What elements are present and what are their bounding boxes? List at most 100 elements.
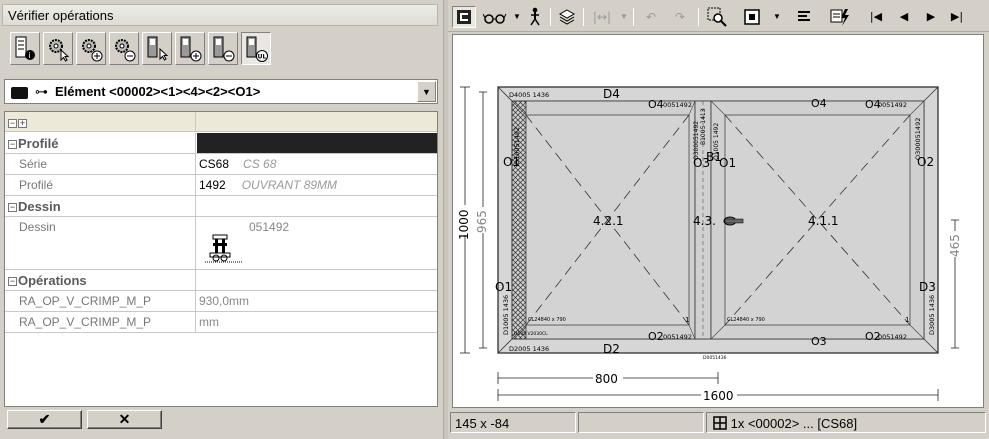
panel-title: Vérifier opérations <box>2 4 438 26</box>
glasses-icon <box>482 13 507 24</box>
operations-panel: Vérifier opérations i UL ⊶ Elément <0000… <box>0 0 443 439</box>
view-button[interactable] <box>481 6 509 28</box>
undo-button[interactable]: ↶ <box>641 6 661 28</box>
gear-cursor-tool-button[interactable] <box>43 32 73 65</box>
label-o1-bottom-left: O1 <box>495 280 512 294</box>
property-value: 1492 <box>199 178 226 192</box>
view-dropdown-icon[interactable]: ▼ <box>512 6 522 28</box>
zoom-region-button[interactable] <box>705 6 729 28</box>
layers-button[interactable] <box>556 6 578 28</box>
person-button[interactable] <box>525 6 545 28</box>
fit-width-button[interactable]: |↔| <box>591 6 613 28</box>
sash-label-right: 4.1.1 <box>808 214 839 228</box>
label-d2: D2 <box>603 342 620 356</box>
profile-label: 0051492 <box>878 333 907 341</box>
property-row-operation-1[interactable]: RA_OP_V_CRIMP_M_P 930,0mm <box>5 291 437 312</box>
profile-label: D2005 1436 <box>509 345 549 353</box>
profile-small-label: D105 V2030CL <box>514 331 548 337</box>
frame-toggle-icon <box>744 9 760 25</box>
person-icon <box>530 7 540 26</box>
property-row-drawing[interactable]: Dessin 051492 <box>5 217 437 270</box>
element-selector[interactable]: ⊶ Elément <00002><1><4><2><O1> ▼ <box>4 79 438 104</box>
next-icon: ▶ <box>926 10 936 23</box>
profile-ul-tool-button[interactable]: UL <box>241 32 271 65</box>
profile-label-vertical: D3005 1436 <box>928 295 936 335</box>
layers-icon <box>558 9 576 25</box>
lightning-button[interactable] <box>829 6 851 28</box>
frame-toggle-button[interactable] <box>741 6 763 28</box>
chevron-down-icon[interactable]: ▼ <box>417 81 436 102</box>
category-label: Opérations <box>18 273 87 288</box>
profile-cursor-tool-button[interactable] <box>142 32 172 65</box>
profile-add-tool-button[interactable] <box>175 32 205 65</box>
fit-width-icon: |↔| <box>592 10 612 24</box>
property-label: Profilé <box>5 175 196 195</box>
drawing-canvas[interactable]: D4005 1436 D4 O4 0051492 O4 O4 0051492 O… <box>452 34 984 408</box>
fit-dropdown-icon[interactable]: ▼ <box>619 6 629 28</box>
lightning-icon <box>830 9 849 26</box>
label-o2-bottom-left: O2 <box>648 330 664 343</box>
property-label: Série <box>5 154 196 174</box>
profile-label-vertical: O1005 1492 <box>713 123 720 160</box>
color-value-cell <box>197 133 437 153</box>
profile-label-vertical: B1005 1413 <box>700 108 707 145</box>
label-d3: D3 <box>919 280 936 294</box>
status-empty-pane <box>578 412 704 433</box>
dimension-right-height: 465 <box>948 234 962 257</box>
category-label: Profilé <box>18 136 59 151</box>
status-bar: 145 x -84 1x <00002> ... [CS68] <box>448 411 989 435</box>
last-button[interactable]: ▶| <box>948 6 966 28</box>
property-row-profile[interactable]: Profilé 1492 OUVRANT 89MM <box>5 175 437 196</box>
profile-remove-tool-icon <box>213 36 235 62</box>
first-button[interactable]: |◀ <box>867 6 885 28</box>
prev-button[interactable]: ◀ <box>896 6 912 28</box>
frame-button[interactable] <box>452 6 476 28</box>
frame-dropdown-icon[interactable]: ▼ <box>772 6 782 28</box>
cancel-button[interactable]: ✕ <box>87 410 162 429</box>
profile-label-vertical: D1005 1436 <box>502 295 510 335</box>
property-secondary: OUVRANT 89MM <box>241 178 338 192</box>
profile-add-tool-icon <box>180 36 202 62</box>
collapse-all-icon[interactable]: − <box>8 119 17 129</box>
cursor-coordinates: 145 x -84 <box>450 412 576 433</box>
label-o4-right: O4 <box>811 97 827 110</box>
collapse-icon[interactable]: − <box>8 203 17 213</box>
profile-label-vertical: O300051492 <box>693 121 700 160</box>
dimension-total-width: 1600 <box>703 389 734 403</box>
property-row-operation-2[interactable]: RA_OP_V_CRIMP_M_P mm <box>5 312 437 333</box>
profile-label: 0051492 <box>878 101 907 109</box>
selection-status: 1x <00002> ... [CS68] <box>706 412 986 433</box>
glazing-index-left: 1 <box>685 316 689 324</box>
tree-icon: ⊶ <box>35 85 48 100</box>
info-tool-button[interactable]: i <box>10 32 40 65</box>
category-row-operations[interactable]: − Opérations <box>5 270 437 291</box>
profile-cursor-tool-icon <box>147 36 169 61</box>
property-row-serie[interactable]: Série CS68 CS 68 <box>5 154 437 175</box>
property-label: RA_OP_V_CRIMP_M_P <box>5 312 196 332</box>
profile-remove-tool-button[interactable] <box>208 32 238 65</box>
ok-button[interactable]: ✔ <box>7 410 82 429</box>
align-button[interactable] <box>794 6 814 28</box>
gear-add-tool-button[interactable] <box>76 32 106 65</box>
collapse-icon[interactable]: − <box>8 140 17 150</box>
window-drawing: D4005 1436 D4 O4 0051492 O4 O4 0051492 O… <box>457 86 962 403</box>
redo-button[interactable]: ↷ <box>670 6 690 28</box>
sash-label-mid: 4.3. <box>693 214 716 228</box>
category-label: Dessin <box>18 199 61 214</box>
gear-remove-tool-button[interactable] <box>109 32 139 65</box>
next-button[interactable]: ▶ <box>923 6 939 28</box>
gear-remove-tool-icon <box>115 39 136 62</box>
last-icon: ▶| <box>950 10 964 23</box>
sash-label-left: 4.2.1 <box>593 214 624 228</box>
profile-label: D0051436 <box>703 355 727 361</box>
operations-toolbar: i UL <box>2 30 438 70</box>
label-o3-bottom: O3 <box>811 335 827 348</box>
frame-icon <box>457 10 471 24</box>
dimension-half-width: 800 <box>595 372 618 386</box>
collapse-icon[interactable]: − <box>8 277 17 287</box>
category-row-dessin[interactable]: − Dessin <box>5 196 437 217</box>
expand-all-icon[interactable]: + <box>18 119 27 129</box>
drawing-toolbar: ▼ |↔| ▼ ↶ ↷ ▼ |◀ ◀ ▶ ▶| <box>448 2 989 32</box>
label-o4-left: O4 <box>648 98 664 111</box>
category-row-profile[interactable]: − Profilé <box>5 133 437 154</box>
